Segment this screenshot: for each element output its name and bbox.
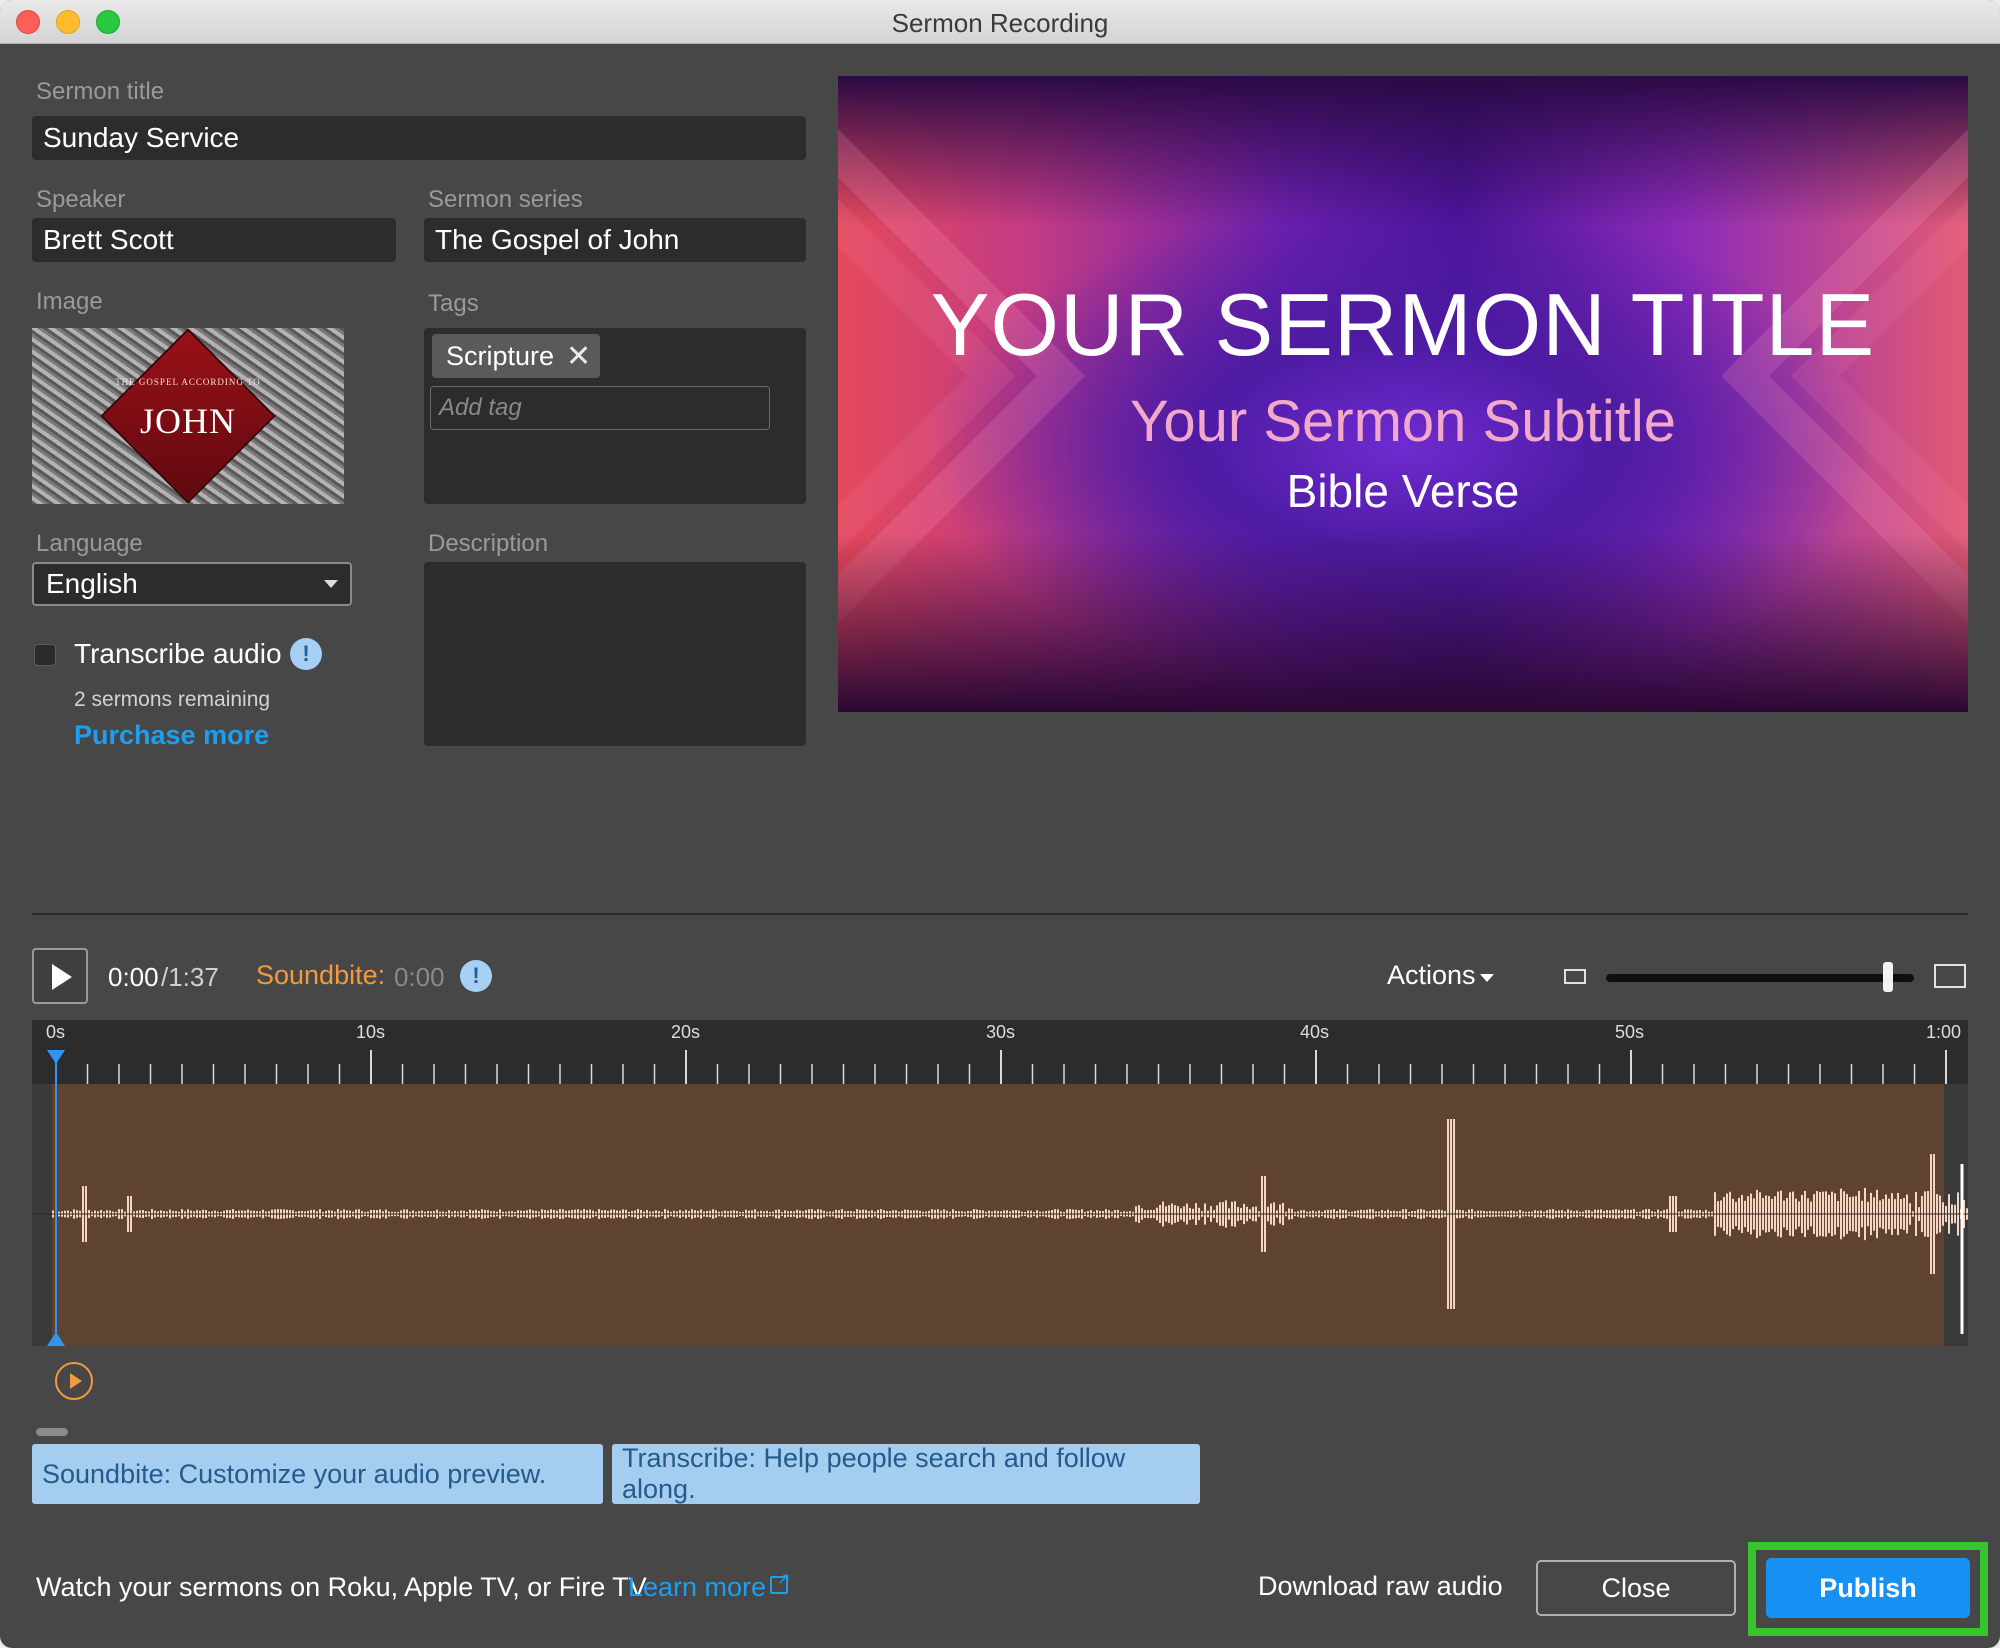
tick-label: 20s (671, 1022, 701, 1042)
timeline-scroll-handle[interactable] (36, 1428, 68, 1436)
window-title: Sermon Recording (891, 8, 1109, 38)
playhead-line[interactable] (55, 1050, 57, 1346)
image-caption-small: THE GOSPEL ACCORDING TO (115, 377, 261, 387)
external-link-arrow: ↗ (777, 1571, 791, 1588)
zoom-out-icon[interactable] (1564, 969, 1586, 984)
sermon-title-label: Sermon title (36, 78, 165, 105)
soundbite-hint[interactable]: Soundbite: Customize your audio preview. (32, 1444, 603, 1504)
language-select[interactable]: English (32, 562, 352, 606)
section-divider (32, 913, 1968, 915)
title-bar: Sermon Recording (0, 0, 2000, 44)
preview-top-shade (838, 76, 1968, 226)
remove-tag-icon[interactable]: ✕ (566, 339, 591, 374)
total-time: /1:37 (161, 962, 219, 992)
playhead-handle-top[interactable] (47, 1050, 65, 1064)
tick-label: 10s (356, 1022, 386, 1042)
caret-down-icon (324, 580, 338, 588)
transcribe-audio-label[interactable]: Transcribe audio (74, 638, 282, 670)
transcribe-info-icon[interactable]: ! (290, 638, 322, 670)
description-textarea[interactable] (424, 562, 806, 746)
sermon-recording-window: Sermon Recording Sermon title Sunday Ser… (0, 0, 2000, 1648)
play-icon (52, 964, 72, 990)
sermon-image-thumbnail[interactable]: THE GOSPEL ACCORDING TO JOHN (32, 328, 344, 504)
actions-menu[interactable]: Actions (1387, 960, 1476, 991)
external-link-icon[interactable]: ↗ (770, 1572, 790, 1594)
watch-sermons-text: Watch your sermons on Roku, Apple TV, or… (36, 1572, 647, 1602)
waveform-start (32, 1084, 52, 1346)
language-select-value: English (46, 568, 138, 599)
soundbite-info-icon[interactable]: ! (460, 960, 492, 992)
tick-label: 30s (986, 1022, 1016, 1042)
description-label: Description (428, 530, 549, 557)
tick-label: 1:00 (1926, 1022, 1962, 1042)
current-time: 0:00 (108, 962, 159, 992)
preview-bottom-shade (838, 532, 1968, 712)
tick-label: 40s (1300, 1022, 1330, 1042)
caret-down-icon (1480, 974, 1494, 982)
tag-chip: Scripture ✕ (432, 334, 600, 378)
tag-chip-label: Scripture (446, 340, 555, 371)
playhead-handle-bottom[interactable] (47, 1332, 65, 1346)
tick-label: 0s (46, 1022, 66, 1042)
language-label: Language (36, 530, 143, 557)
zoom-slider-track[interactable] (1606, 974, 1914, 982)
sermon-preview-image: YOUR SERMON TITLE Your Sermon Subtitle B… (838, 76, 1968, 712)
speaker-input[interactable]: Brett Scott (32, 218, 396, 262)
sermons-remaining-text: 2 sermons remaining (74, 688, 271, 711)
image-caption-main: JOHN (139, 401, 236, 441)
image-label: Image (36, 288, 103, 315)
preview-subtitle: Your Sermon Subtitle (1130, 389, 1676, 454)
speaker-label: Speaker (36, 186, 126, 213)
preview-verse: Bible Verse (1286, 465, 1520, 517)
waveform-graphic (32, 1084, 1968, 1346)
download-raw-audio-link[interactable]: Download raw audio (1258, 1571, 1503, 1602)
zoom-in-icon[interactable] (1934, 964, 1966, 988)
close-button[interactable]: Close (1536, 1560, 1736, 1616)
soundbite-time: 0:00 (394, 962, 445, 992)
soundbite-play-button[interactable] (55, 1362, 93, 1400)
soundbite-label: Soundbite: (256, 960, 386, 990)
play-button[interactable] (32, 948, 88, 1004)
learn-more-link[interactable]: Learn more (628, 1572, 766, 1603)
purchase-more-link[interactable]: Purchase more (74, 720, 269, 751)
zoom-slider-thumb[interactable] (1883, 962, 1894, 992)
add-tag-input[interactable]: Add tag (430, 386, 770, 430)
sermon-series-label: Sermon series (428, 186, 583, 213)
audio-waveform[interactable] (32, 1084, 1968, 1346)
tags-label: Tags (428, 290, 479, 317)
sermon-title-input[interactable]: Sunday Service (32, 116, 806, 160)
transcribe-hint[interactable]: Transcribe: Help people search and follo… (612, 1443, 1200, 1504)
preview-title: YOUR SERMON TITLE (930, 275, 1876, 374)
transcribe-audio-checkbox[interactable] (34, 644, 56, 666)
sermon-series-input[interactable]: The Gospel of John (424, 218, 806, 262)
tick-label: 50s (1615, 1022, 1645, 1042)
play-icon (70, 1373, 82, 1389)
publish-button[interactable]: Publish (1766, 1558, 1970, 1618)
